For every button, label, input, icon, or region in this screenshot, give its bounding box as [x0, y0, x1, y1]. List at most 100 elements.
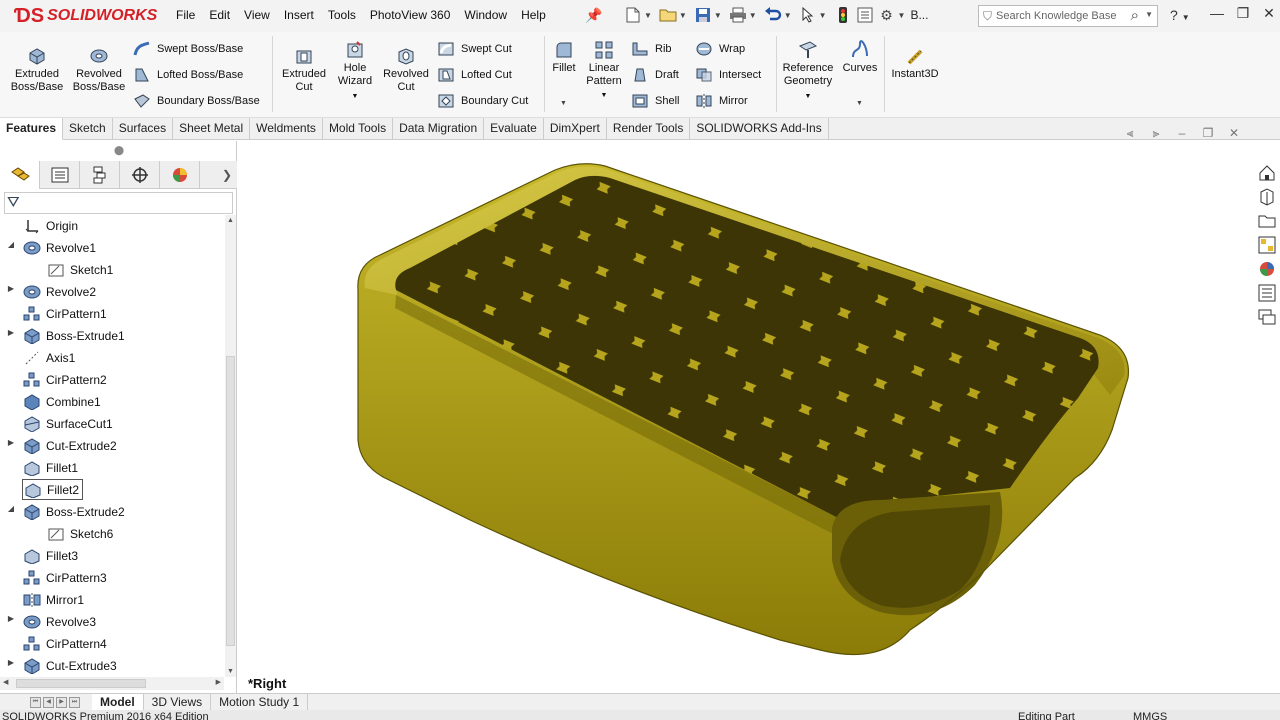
new-document-icon[interactable]: [622, 5, 644, 25]
graphics-area[interactable]: ⫷ ⫸ – ❐ ✕ *Right: [238, 126, 1253, 693]
expand-arrow-icon[interactable]: ▶: [6, 284, 16, 293]
tab-render-tools[interactable]: Render Tools: [607, 118, 691, 140]
revolved-cut-button[interactable]: Revolved Cut: [380, 46, 432, 94]
scroll-thumb[interactable]: [226, 356, 235, 646]
property-manager-tab[interactable]: [40, 161, 80, 189]
menu-view[interactable]: View: [244, 8, 270, 22]
menu-photoview[interactable]: PhotoView 360: [370, 8, 451, 22]
tree-node[interactable]: Axis1: [22, 347, 75, 368]
scroll-left-icon[interactable]: ◀: [3, 678, 8, 686]
prev-tab-icon[interactable]: ◀: [43, 696, 54, 708]
tree-node[interactable]: Fillet1: [22, 457, 78, 478]
undo-icon[interactable]: [762, 5, 784, 25]
draft-button[interactable]: Draft: [630, 66, 679, 84]
tab-evaluate[interactable]: Evaluate: [484, 118, 544, 140]
new-dropdown-icon[interactable]: ▼: [644, 11, 652, 20]
extruded-boss-button[interactable]: Extruded Boss/Base: [8, 46, 66, 94]
lofted-cut-button[interactable]: Lofted Cut: [436, 66, 512, 84]
linear-pattern-button[interactable]: Linear Pattern ▼: [584, 40, 624, 102]
boundary-boss-button[interactable]: Boundary Boss/Base: [132, 92, 260, 110]
status-units[interactable]: MMGS: [1133, 711, 1167, 720]
tree-node[interactable]: CirPattern1: [22, 303, 107, 324]
minimize-window-icon[interactable]: —: [1204, 5, 1230, 22]
tab-features[interactable]: Features: [0, 118, 64, 140]
tree-node[interactable]: ◢ Revolve1: [8, 237, 96, 258]
tree-node[interactable]: Sketch1: [46, 259, 113, 280]
tab-model[interactable]: Model: [92, 694, 144, 710]
tree-node[interactable]: Mirror1: [22, 589, 84, 610]
fillet-dropdown-icon[interactable]: ▼: [560, 100, 567, 107]
custom-properties-icon[interactable]: [1256, 282, 1278, 304]
save-icon[interactable]: [692, 5, 714, 25]
solidworks-logo[interactable]: ƊS SOLIDWORKS: [14, 4, 157, 28]
display-manager-tab[interactable]: [160, 161, 200, 189]
tab-dimxpert[interactable]: DimXpert: [544, 118, 607, 140]
open-folder-icon[interactable]: [657, 5, 679, 25]
tab-weldments[interactable]: Weldments: [250, 118, 323, 140]
next-tab-icon[interactable]: ▶: [56, 696, 67, 708]
swept-cut-button[interactable]: Swept Cut: [436, 40, 512, 58]
tree-node[interactable]: Sketch6: [46, 523, 113, 544]
horizontal-scroll-thumb[interactable]: [16, 679, 146, 688]
file-properties-icon[interactable]: [854, 5, 876, 25]
viewport-minimize-icon[interactable]: –: [1169, 126, 1195, 141]
tab-surfaces[interactable]: Surfaces: [113, 118, 174, 140]
tab-motion-study[interactable]: Motion Study 1: [211, 694, 309, 710]
feature-tree-filter[interactable]: ⛛: [4, 192, 233, 214]
tab-sketch[interactable]: Sketch: [63, 118, 113, 140]
quick-access-overflow[interactable]: B...: [910, 5, 928, 25]
mirror-button[interactable]: Mirror: [694, 92, 748, 110]
lofted-boss-button[interactable]: Lofted Boss/Base: [132, 66, 243, 84]
collapse-arrow-icon[interactable]: ◢: [6, 240, 16, 249]
menu-edit[interactable]: Edit: [209, 8, 230, 22]
soap-dish-3d-model[interactable]: [238, 141, 1253, 693]
chevron-right-icon[interactable]: ❯: [217, 161, 237, 188]
help-button[interactable]: ? ▼: [1170, 7, 1190, 23]
search-icon[interactable]: ⌕: [1131, 7, 1139, 24]
tree-horizontal-scrollbar[interactable]: ◀ ▶: [0, 677, 224, 690]
restore-window-icon[interactable]: ❐: [1230, 5, 1256, 22]
revolved-boss-button[interactable]: Revolved Boss/Base: [70, 46, 128, 94]
rebuild-traffic-light-icon[interactable]: [832, 5, 854, 25]
wrap-button[interactable]: Wrap: [694, 40, 745, 58]
feature-manager-tab[interactable]: [0, 161, 40, 189]
tree-node[interactable]: ▶ Revolve3: [8, 611, 96, 632]
tree-node[interactable]: CirPattern3: [22, 567, 107, 588]
menu-insert[interactable]: Insert: [284, 8, 314, 22]
options-dropdown-icon[interactable]: ▼: [898, 11, 906, 20]
search-knowledge-base[interactable]: ⛉ Search Knowledge Base ⌕ ▼: [978, 5, 1158, 27]
view-palette-icon[interactable]: [1256, 234, 1278, 256]
tree-node[interactable]: Origin: [22, 215, 78, 236]
shell-button[interactable]: Shell: [630, 92, 679, 110]
curves-dropdown-icon[interactable]: ▼: [856, 100, 863, 107]
hole-wizard-button[interactable]: Hole Wizard ▼: [332, 40, 378, 103]
tab-mold-tools[interactable]: Mold Tools: [323, 118, 394, 140]
menu-tools[interactable]: Tools: [328, 8, 356, 22]
close-window-icon[interactable]: ✕: [1256, 5, 1280, 22]
tab-3d-views[interactable]: 3D Views: [144, 694, 212, 710]
save-dropdown-icon[interactable]: ▼: [714, 11, 722, 20]
menu-file[interactable]: File: [176, 8, 195, 22]
search-dropdown-icon[interactable]: ▼: [1145, 10, 1153, 19]
tree-node[interactable]: CirPattern2: [22, 369, 107, 390]
intersect-button[interactable]: Intersect: [694, 66, 761, 84]
design-library-icon[interactable]: [1256, 186, 1278, 208]
tree-node[interactable]: Fillet2: [22, 479, 84, 500]
file-explorer-icon[interactable]: [1256, 210, 1278, 232]
menu-window[interactable]: Window: [464, 8, 507, 22]
tab-sheet-metal[interactable]: Sheet Metal: [173, 118, 251, 140]
last-tab-icon[interactable]: ⏭: [69, 696, 80, 708]
boundary-cut-button[interactable]: Boundary Cut: [436, 92, 528, 110]
tree-node[interactable]: ▶ Cut-Extrude2: [8, 435, 117, 456]
scroll-up-icon[interactable]: ▲: [227, 217, 234, 224]
viewport-next-icon[interactable]: ⫸: [1143, 126, 1169, 141]
scroll-right-icon[interactable]: ▶: [216, 678, 221, 686]
extruded-cut-button[interactable]: Extruded Cut: [278, 46, 330, 94]
rib-button[interactable]: Rib: [630, 40, 672, 58]
tree-node[interactable]: ▶ Cut-Extrude3: [8, 655, 117, 676]
print-dropdown-icon[interactable]: ▼: [749, 11, 757, 20]
curves-button[interactable]: Curves: [840, 40, 880, 75]
reference-geometry-button[interactable]: Reference Geometry ▼: [780, 40, 836, 103]
expand-arrow-icon[interactable]: ▶: [6, 328, 16, 337]
dimxpert-manager-tab[interactable]: [120, 161, 160, 189]
